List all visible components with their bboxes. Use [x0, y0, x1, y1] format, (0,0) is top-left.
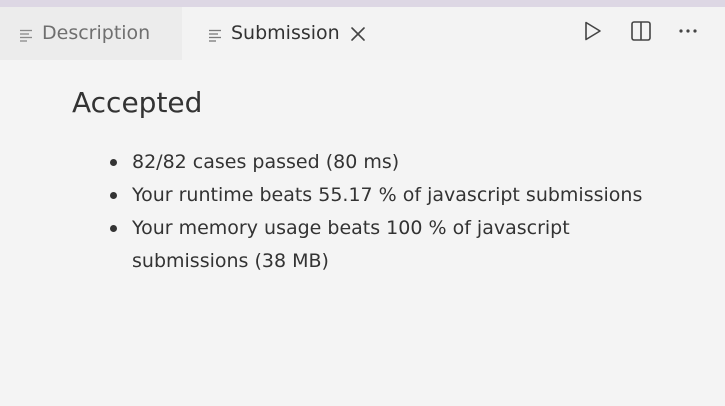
submission-panel: Accepted 82/82 cases passed (80 ms) Your…: [0, 60, 725, 406]
bullet: [110, 159, 117, 166]
list-icon: [208, 27, 222, 42]
run-button[interactable]: [579, 20, 605, 46]
list-item: Your runtime beats 55.17 % of javascript…: [110, 179, 670, 212]
split-editor-icon: [630, 20, 652, 46]
play-icon: [581, 20, 603, 46]
tab-label: Submission: [231, 22, 340, 44]
result-list: 82/82 cases passed (80 ms) Your runtime …: [110, 146, 670, 278]
window-top-strip: [0, 0, 725, 7]
bullet: [110, 192, 117, 199]
tab-description[interactable]: Description: [0, 7, 182, 60]
more-actions-button[interactable]: [675, 20, 701, 46]
split-editor-button[interactable]: [628, 20, 654, 46]
list-item: 82/82 cases passed (80 ms): [110, 146, 670, 179]
tab-submission[interactable]: Submission: [182, 7, 370, 60]
result-item-memory: Your memory usage beats 100 % of javascr…: [132, 217, 570, 272]
editor-tab-bar: Description Submission: [0, 7, 725, 60]
result-title: Accepted: [72, 86, 203, 119]
more-icon: [677, 20, 699, 46]
list-item: Your memory usage beats 100 % of javascr…: [110, 212, 670, 278]
tab-label: Description: [42, 22, 151, 44]
result-item-runtime: Your runtime beats 55.17 % of javascript…: [132, 184, 643, 206]
close-icon[interactable]: [349, 25, 367, 43]
result-item-cases: 82/82 cases passed (80 ms): [132, 151, 400, 173]
list-icon: [19, 27, 33, 42]
bullet: [110, 225, 117, 232]
